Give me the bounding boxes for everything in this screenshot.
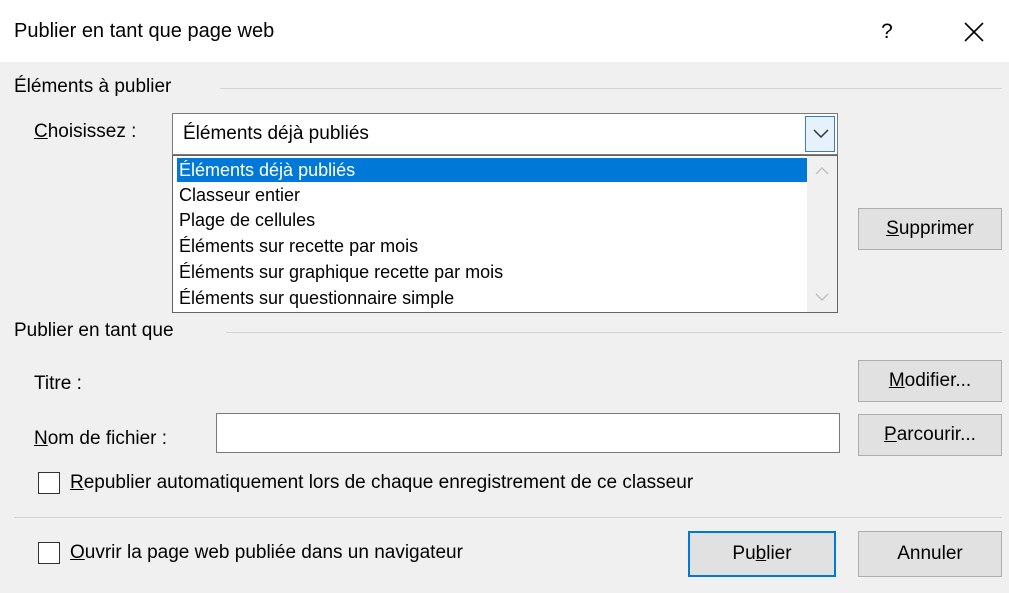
title-label: Titre : <box>34 373 82 394</box>
cancel-button[interactable]: Annuler <box>858 531 1002 577</box>
chevron-down-icon <box>813 129 829 139</box>
list-item[interactable]: Classeur entier <box>177 183 807 207</box>
browse-button[interactable]: Parcourir... <box>858 414 1002 456</box>
modify-button[interactable]: Modifier... <box>858 360 1002 402</box>
scroll-down-icon[interactable] <box>815 292 829 302</box>
choose-label: Choisissez : <box>34 121 137 142</box>
open-in-browser-checkbox[interactable] <box>38 542 60 564</box>
publish-as-group-label: Publier en tant que <box>14 320 174 341</box>
items-dropdown-list[interactable]: Éléments déjà publiés Classeur entier Pl… <box>172 155 838 313</box>
list-item[interactable]: Éléments déjà publiés <box>177 158 807 182</box>
combobox-dropdown-button[interactable] <box>805 116 835 152</box>
close-button[interactable] <box>956 14 992 50</box>
filename-label: Nom de fichier : <box>34 428 168 449</box>
open-in-browser-label: Ouvrir la page web publiée dans un navig… <box>70 542 463 563</box>
republish-label: Republier automatiquement lors de chaque… <box>70 472 694 493</box>
close-icon <box>964 22 984 42</box>
list-scrollbar[interactable] <box>807 156 837 312</box>
title-bar: Publier en tant que page web ? <box>0 0 1009 62</box>
list-item[interactable]: Éléments sur graphique recette par mois <box>177 260 807 284</box>
help-button[interactable]: ? <box>872 16 902 48</box>
items-group-divider <box>220 88 1002 89</box>
publish-as-divider <box>226 332 1002 333</box>
list-item[interactable]: Éléments sur questionnaire simple <box>177 286 807 310</box>
scroll-up-icon[interactable] <box>815 166 829 176</box>
republish-checkbox[interactable] <box>38 472 60 494</box>
publish-web-page-dialog: Publier en tant que page web ? Éléments … <box>0 0 1009 593</box>
delete-button[interactable]: Supprimer <box>858 208 1002 250</box>
list-item[interactable]: Éléments sur recette par mois <box>177 234 807 258</box>
items-combobox[interactable]: Éléments déjà publiés <box>172 113 838 155</box>
combobox-selected-value: Éléments déjà publiés <box>183 123 369 144</box>
dialog-title: Publier en tant que page web <box>14 20 275 42</box>
filename-input[interactable] <box>216 413 840 453</box>
items-group-label: Éléments à publier <box>14 76 172 97</box>
publish-button[interactable]: Publier <box>688 531 836 577</box>
footer-divider <box>14 517 1002 518</box>
list-item[interactable]: Plage de cellules <box>177 208 807 232</box>
